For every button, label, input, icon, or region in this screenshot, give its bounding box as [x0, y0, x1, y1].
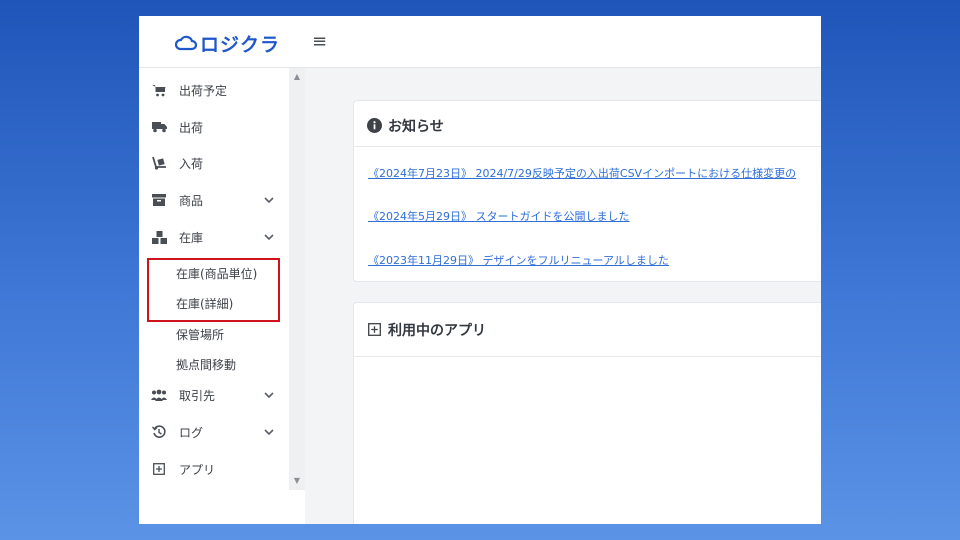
sidebar-item-shipping-schedule[interactable]: 出荷予定: [139, 72, 289, 108]
logo[interactable]: ロジクラ: [175, 31, 281, 56]
apps-in-use-title: 利用中のアプリ: [388, 323, 486, 339]
sidebar-item-shipping[interactable]: 出荷: [139, 109, 289, 145]
announcements-card: お知らせ 《2024年7月23日》 2024/7/29反映予定の入出荷CSVイン…: [353, 100, 821, 282]
chevron-down-icon[interactable]: [263, 231, 275, 243]
sidebar-item-label: 入荷: [179, 156, 204, 171]
sidebar-item-apps[interactable]: アプリ: [139, 451, 289, 487]
logo-text: ロジクラ: [200, 33, 281, 56]
sidebar-item-label: 出荷: [179, 120, 204, 135]
sidebar-item-receiving[interactable]: 入荷: [139, 145, 289, 181]
sidebar-item-inventory[interactable]: 在庫: [139, 219, 289, 255]
sidebar-scrollbar[interactable]: ▲ ▼: [289, 68, 305, 490]
users-icon: [151, 387, 167, 403]
sidebar-item-label: アプリ: [179, 462, 216, 477]
main-content: お知らせ 《2024年7月23日》 2024/7/29反映予定の入出荷CSVイン…: [305, 68, 821, 524]
divider: [354, 146, 821, 147]
info-icon: [367, 118, 382, 133]
scroll-down-icon[interactable]: ▼: [289, 474, 305, 488]
app-window: ロジクラ ≡ 出荷予定 出荷 入荷 商品 在庫 在庫(商品単位) 在庫(詳細) …: [139, 16, 821, 524]
chevron-down-icon[interactable]: [263, 194, 275, 206]
box-icon: [151, 192, 167, 208]
bottom-strip: [365, 522, 540, 524]
sidebar-subitem-inventory-detail[interactable]: 在庫(詳細): [176, 290, 286, 318]
sidebar-subitem-storage-location[interactable]: 保管場所: [176, 321, 286, 349]
news-link[interactable]: 《2023年11月29日》 デザインをフルリニューアルしました: [368, 252, 669, 268]
sidebar-item-label: 出荷予定: [179, 83, 228, 98]
truck-icon: [151, 119, 167, 135]
sidebar-item-business-partners[interactable]: 取引先: [139, 377, 289, 413]
sidebar-item-products[interactable]: 商品: [139, 182, 289, 218]
scroll-up-icon[interactable]: ▲: [289, 70, 305, 84]
plus-square-icon[interactable]: [368, 323, 381, 336]
boxes-icon: [151, 229, 167, 245]
hamburger-menu-icon[interactable]: ≡: [312, 32, 327, 52]
sidebar-subitem-inventory-by-product[interactable]: 在庫(商品単位): [176, 260, 286, 288]
sidebar-subitem-inter-site-transfer[interactable]: 拠点間移動: [176, 351, 286, 379]
top-bar: ロジクラ ≡: [139, 16, 821, 68]
sidebar-item-label: ログ: [179, 425, 204, 440]
sidebar-item-label: 在庫: [179, 230, 204, 245]
sidebar: 出荷予定 出荷 入荷 商品 在庫 在庫(商品単位) 在庫(詳細) 保管場所 拠点…: [139, 68, 305, 524]
apps-in-use-card: 利用中のアプリ: [353, 302, 821, 524]
chevron-down-icon[interactable]: [263, 426, 275, 438]
divider: [354, 356, 821, 357]
history-icon: [151, 424, 167, 440]
chevron-down-icon[interactable]: [263, 389, 275, 401]
cloud-icon: [175, 35, 197, 51]
announcements-title: お知らせ: [388, 119, 444, 135]
dolly-icon: [151, 155, 167, 171]
sidebar-item-label: 商品: [179, 193, 204, 208]
plus-square-icon: [151, 461, 167, 477]
news-link[interactable]: 《2024年5月29日》 スタートガイドを公開しました: [368, 208, 630, 224]
cart-icon: [151, 82, 167, 98]
sidebar-item-label: 取引先: [179, 388, 216, 403]
sidebar-item-log[interactable]: ログ: [139, 414, 289, 450]
news-link[interactable]: 《2024年7月23日》 2024/7/29反映予定の入出荷CSVインポートにお…: [368, 165, 796, 181]
